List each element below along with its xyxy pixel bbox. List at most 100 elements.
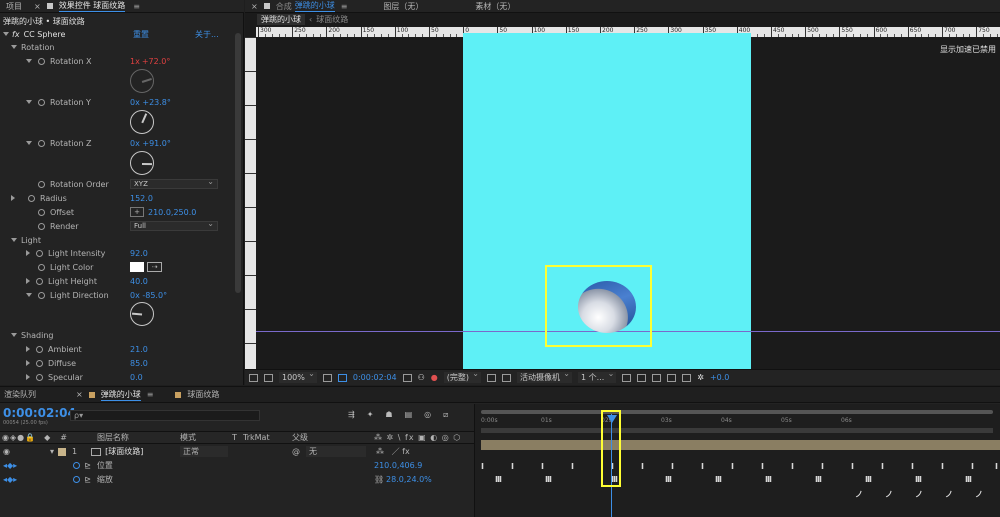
panel-menu-icon[interactable]: ≡	[341, 2, 348, 11]
light-direction-dial[interactable]	[130, 302, 154, 326]
ambient-value[interactable]: 21.0	[130, 343, 148, 355]
work-area-bar[interactable]	[481, 410, 993, 414]
constrain-link-icon[interactable]: ⛓	[374, 475, 384, 484]
stopwatch-icon[interactable]	[38, 98, 45, 106]
expand-arrow-icon[interactable]	[11, 238, 17, 242]
keyframe[interactable]: I	[995, 462, 998, 471]
tab-layer[interactable]: 图层（无）	[377, 0, 429, 13]
layer-mode-dropdown[interactable]: 正常	[180, 446, 228, 457]
keyframe[interactable]: III	[715, 475, 722, 484]
keyframe[interactable]: I	[541, 462, 544, 471]
stopwatch-icon[interactable]	[38, 222, 45, 230]
offset-value-text[interactable]: 210.0,250.0	[148, 208, 196, 217]
rotation-order-dropdown[interactable]: XYZ	[130, 177, 218, 189]
expand-arrow-icon[interactable]	[26, 59, 32, 63]
stopwatch-icon[interactable]	[36, 359, 43, 367]
keyframe[interactable]: I	[791, 462, 794, 471]
col-mode[interactable]: 模式	[180, 432, 196, 443]
rotation-x-value[interactable]: 1x +72.0°	[130, 55, 170, 67]
exposure-icon[interactable]: ✲	[697, 373, 704, 382]
reset-button[interactable]: 重置	[133, 29, 149, 40]
eye-icon[interactable]: ◉	[3, 447, 10, 456]
label-color-icon[interactable]: ◆	[44, 433, 50, 442]
stopwatch-icon[interactable]	[38, 208, 45, 216]
keyframe-ease[interactable]: ノ	[885, 489, 893, 500]
graph-editor-icon[interactable]: ⧄	[443, 410, 448, 420]
pixel-aspect-icon[interactable]	[622, 373, 632, 382]
chevron-left-icon[interactable]: ‹	[309, 15, 312, 24]
transparency-icon[interactable]	[502, 373, 511, 382]
keyframe[interactable]: III	[815, 475, 822, 484]
camera-snapshot-icon[interactable]	[402, 373, 412, 382]
expand-arrow-icon[interactable]	[11, 45, 17, 49]
timeline-graph[interactable]: 0:00s 01s 02s 03s 04s 05s 06s IIIIIIIIIIIIIIII…	[474, 404, 1000, 517]
collapse-icon[interactable]	[3, 32, 9, 36]
expand-arrow-icon[interactable]	[26, 278, 30, 284]
views-dropdown[interactable]: 1 个...	[578, 369, 617, 383]
render-dropdown[interactable]: Full	[130, 219, 218, 231]
keyframe[interactable]: I	[571, 462, 574, 471]
motion-blur-icon[interactable]: ◎	[424, 410, 431, 420]
keyframe[interactable]: III	[765, 475, 772, 484]
graph-icon[interactable]: ⊵	[84, 475, 91, 484]
transparency-grid-icon[interactable]	[337, 373, 347, 382]
viewer-timecode[interactable]: 0:00:02:04	[353, 373, 397, 382]
tab-comp-timeline[interactable]: 弹跳的小球	[95, 388, 147, 401]
rotation-y-dial[interactable]	[130, 110, 154, 134]
layer-duration-bar[interactable]	[481, 440, 1000, 450]
keyframe-ease[interactable]: ノ	[915, 489, 923, 500]
scale-row[interactable]: ◂◆▸ ⊵ 缩放 ⛓ 28.0,24.0%	[0, 473, 474, 486]
keyframe-ease[interactable]: ノ	[945, 489, 953, 500]
subtab-comp[interactable]: 弹跳的小球	[257, 14, 305, 25]
tab-composition[interactable]: 合成 弹跳的小球	[270, 0, 341, 13]
pickwhip-icon[interactable]: @	[292, 447, 300, 456]
keyframe[interactable]: III	[545, 475, 552, 484]
av-switches-icon[interactable]: ◉◈●🔒	[2, 433, 36, 442]
label-color-swatch[interactable]	[58, 447, 66, 456]
keyframe[interactable]: III	[965, 475, 972, 484]
draft-3d-icon[interactable]: ✦	[367, 410, 374, 420]
grid-icon[interactable]	[264, 373, 273, 382]
stopwatch-icon[interactable]	[36, 277, 43, 285]
tab-texture-timeline[interactable]: 球面纹路	[181, 388, 225, 401]
rotation-x-revolutions[interactable]: 1x	[130, 57, 140, 66]
light-direction-value-text[interactable]: 0x -85.0°	[130, 291, 167, 300]
stopwatch-icon[interactable]	[38, 139, 45, 147]
show-snapshot-icon[interactable]: ⚇	[418, 373, 425, 382]
keyframe-nav-icon[interactable]: ◂◆▸	[3, 461, 17, 470]
graph-icon[interactable]: ⊵	[84, 461, 91, 470]
expand-arrow-icon[interactable]	[26, 346, 30, 352]
layer-parent-dropdown[interactable]: 无	[306, 446, 366, 457]
zoom-dropdown[interactable]: 100%	[279, 369, 317, 383]
stopwatch-icon[interactable]	[73, 462, 81, 469]
light-height-value-text[interactable]: 40.0	[130, 277, 148, 286]
frame-blending-icon[interactable]: ▤	[405, 410, 413, 420]
light-height-value[interactable]: 40.0	[130, 275, 148, 287]
keyframe-ease[interactable]: ノ	[855, 489, 863, 500]
expand-arrow-icon[interactable]	[26, 250, 30, 256]
channel-icon[interactable]: ●	[431, 373, 438, 382]
light-group-row[interactable]: Light	[11, 234, 41, 246]
keyframe[interactable]: I	[731, 462, 734, 471]
reset-exposure-icon[interactable]	[682, 373, 692, 382]
specular-value-text[interactable]: 0.0	[130, 373, 143, 382]
prop-position-value[interactable]: 210.0,406.9	[374, 461, 422, 470]
tab-composition-close[interactable]: ×	[245, 0, 264, 13]
fx-icon[interactable]: fx	[12, 30, 20, 39]
keyframe[interactable]: III	[495, 475, 502, 484]
tab-project[interactable]: 项目	[0, 0, 28, 13]
rotation-x-dial[interactable]	[130, 69, 154, 93]
stopwatch-icon[interactable]	[36, 373, 43, 381]
expand-arrow-icon[interactable]	[26, 374, 30, 380]
keyframe[interactable]: III	[665, 475, 672, 484]
col-parent[interactable]: 父级	[292, 432, 308, 443]
keyframe[interactable]: I	[881, 462, 884, 471]
keyframe[interactable]: I	[701, 462, 704, 471]
stopwatch-icon[interactable]	[38, 180, 45, 188]
tab-comp-close[interactable]: ×	[70, 388, 89, 401]
keyframe[interactable]: I	[941, 462, 944, 471]
keyframe[interactable]: I	[671, 462, 674, 471]
radius-value[interactable]: 152.0	[130, 192, 153, 204]
diffuse-value[interactable]: 85.0	[130, 357, 148, 369]
fast-preview-icon[interactable]	[637, 373, 647, 382]
